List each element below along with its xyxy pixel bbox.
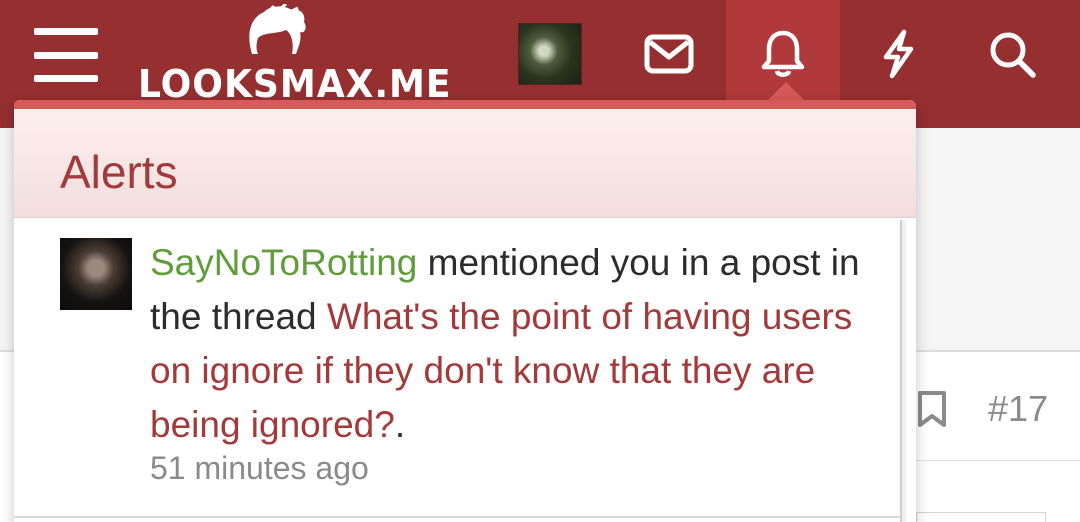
envelope-icon[interactable]: [637, 22, 701, 86]
popup-header: Alerts: [14, 109, 916, 218]
popup-caret: [768, 82, 804, 100]
alert-username-link[interactable]: SayNoToRotting: [150, 242, 417, 283]
alert-user-avatar[interactable]: [60, 238, 132, 310]
post-number-link[interactable]: #17: [988, 388, 1048, 430]
alert-message: SayNoToRotting mentioned you in a post i…: [150, 236, 880, 452]
page: LOOKSMAX.ME #17 Alerts SayNoToRotting me…: [0, 0, 1080, 522]
post-divider: [916, 460, 1080, 461]
bolt-icon[interactable]: [866, 22, 930, 86]
alerts-popup: Alerts SayNoToRotting mentioned you in a…: [14, 100, 916, 522]
site-logo[interactable]: LOOKSMAX.ME: [138, 4, 451, 106]
bell-icon[interactable]: [751, 22, 815, 86]
popup-scrollbar[interactable]: [900, 220, 906, 522]
alert-divider: [14, 516, 904, 518]
bookmark-icon[interactable]: [916, 390, 948, 428]
menu-icon[interactable]: [34, 28, 98, 82]
alert-item[interactable]: SayNoToRotting mentioned you in a post i…: [14, 220, 894, 516]
alert-timestamp: 51 minutes ago: [150, 450, 369, 486]
logo-hair-icon: [249, 4, 306, 54]
user-avatar[interactable]: [518, 23, 582, 85]
alert-trailing-text: .: [394, 404, 406, 445]
search-icon[interactable]: [980, 22, 1044, 86]
popup-accent-bar: [14, 100, 916, 109]
popup-title[interactable]: Alerts: [60, 145, 178, 199]
post-body-frame: [916, 512, 1046, 522]
